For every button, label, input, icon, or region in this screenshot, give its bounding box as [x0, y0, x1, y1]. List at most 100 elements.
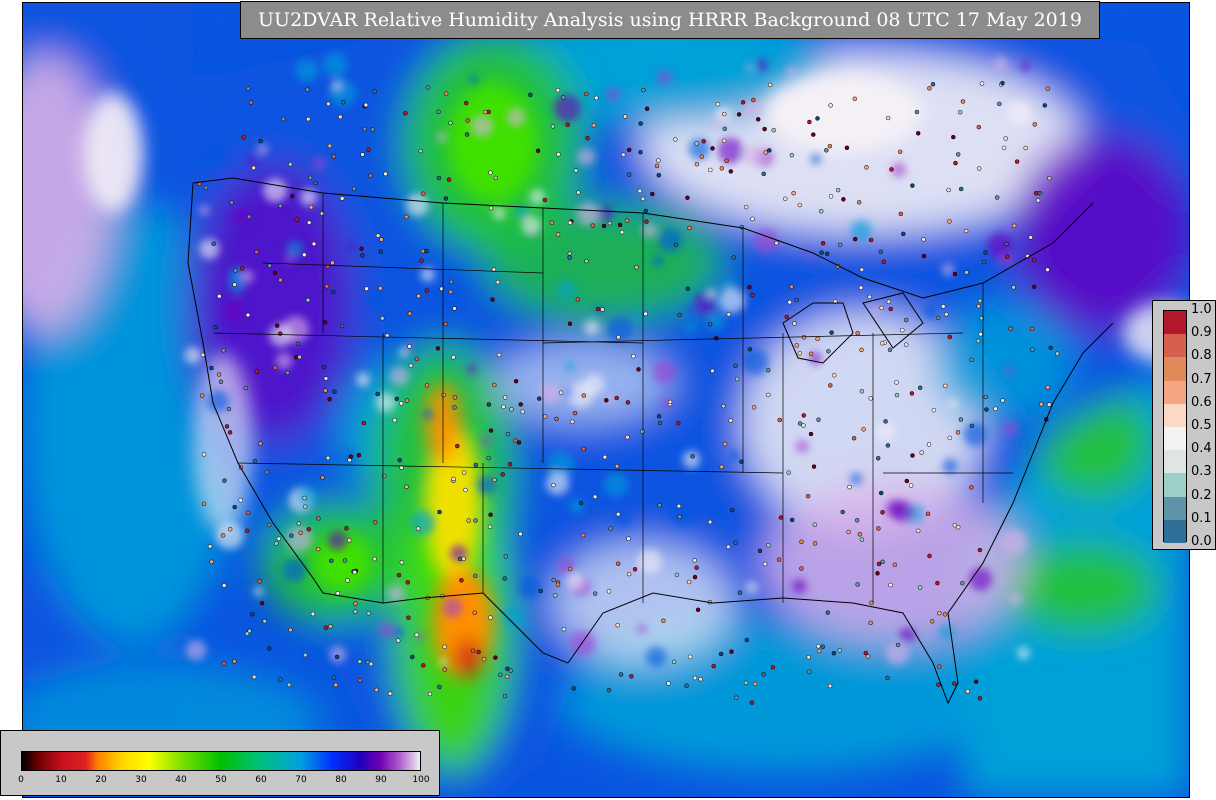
station-dot	[363, 102, 369, 108]
station-dot	[617, 222, 623, 228]
humidity-speckle	[717, 137, 744, 164]
station-dot	[245, 86, 251, 91]
station-dot	[687, 654, 693, 660]
station-dot	[289, 194, 295, 199]
station-dot	[1031, 284, 1037, 290]
station-dot	[573, 168, 579, 173]
station-legend-tick: 0.8	[1191, 348, 1212, 364]
humidity-speckle	[202, 144, 225, 167]
station-dot	[364, 286, 369, 291]
station-dot	[784, 314, 789, 320]
station-dot	[486, 455, 491, 461]
humidity-speckle	[564, 362, 575, 372]
station-dot	[451, 476, 456, 482]
station-dot	[457, 556, 463, 562]
humidity-speckle	[471, 115, 493, 137]
station-dot	[640, 429, 645, 434]
station-dot	[379, 237, 384, 242]
station-dot	[736, 112, 742, 117]
station-dot	[565, 122, 570, 127]
station-dot	[274, 541, 279, 546]
station-dot	[685, 286, 691, 291]
station-dot	[757, 548, 763, 554]
humidity-speckle	[1016, 646, 1031, 660]
station-dot	[747, 284, 752, 290]
rh-colorbar-tick: 50	[215, 775, 227, 785]
station-dot	[443, 321, 449, 327]
station-dot	[419, 258, 424, 263]
humidity-speckle	[286, 241, 304, 258]
station-dot	[297, 354, 302, 360]
station-dot	[245, 312, 251, 318]
station-dot	[495, 279, 501, 285]
station-dot	[737, 590, 743, 595]
station-dot	[201, 452, 207, 457]
station-dot	[280, 116, 286, 122]
station-dot	[828, 103, 833, 108]
station-dot	[307, 175, 313, 181]
station-dot	[580, 532, 586, 538]
station-dot	[326, 101, 331, 107]
station-dot	[876, 526, 881, 531]
station-dot	[334, 654, 340, 660]
station-dot	[808, 351, 814, 357]
station-dot	[451, 355, 456, 360]
station-legend-tick: 0.1	[1191, 510, 1212, 526]
station-dot	[930, 81, 936, 87]
station-dot	[880, 559, 885, 565]
humidity-speckle	[706, 288, 717, 299]
station-dot	[864, 165, 869, 170]
station-dot	[927, 86, 932, 91]
station-dot	[711, 663, 716, 669]
station-dot	[567, 566, 573, 572]
station-dot	[917, 385, 923, 391]
humidity-speckle	[322, 52, 348, 78]
station-dot	[466, 518, 471, 523]
station-dot	[325, 455, 331, 461]
station-dot	[339, 323, 345, 329]
station-dot	[777, 417, 782, 423]
station-dot	[957, 109, 963, 115]
station-dot	[614, 463, 620, 469]
station-dot	[776, 557, 782, 562]
station-dot	[306, 220, 312, 225]
station-dot	[1011, 223, 1017, 229]
station-dot	[606, 687, 612, 693]
station-dot	[789, 152, 795, 158]
station-dot	[473, 462, 479, 468]
humidity-speckle	[406, 193, 429, 217]
station-dot	[977, 298, 983, 304]
station-dot	[856, 200, 862, 205]
station-dot	[328, 624, 333, 629]
station-dot	[909, 391, 915, 396]
station-dot	[1042, 103, 1048, 108]
station-dot	[1031, 257, 1037, 263]
station-dot	[303, 504, 308, 509]
station-dot	[710, 146, 715, 151]
station-dot	[692, 558, 697, 563]
station-dot	[488, 428, 494, 433]
station-dot	[585, 135, 590, 141]
station-dot	[278, 277, 283, 283]
station-dot	[352, 569, 357, 575]
station-dot	[729, 649, 734, 654]
station-dot	[340, 99, 346, 105]
station-dot	[567, 255, 572, 260]
rh-colorbar-tick: 80	[335, 775, 347, 785]
humidity-speckle	[791, 578, 807, 594]
station-dot	[960, 99, 966, 104]
station-dot	[858, 285, 864, 290]
station-dot	[917, 585, 923, 590]
station-legend-swatch	[1164, 473, 1186, 497]
station-dot	[513, 378, 519, 384]
station-dot	[441, 392, 446, 398]
station-dot	[686, 579, 692, 585]
station-dot	[278, 203, 283, 209]
rh-colorbar: 0 10 20 30 40 50 60 70 80 90 100	[0, 730, 440, 796]
station-dot	[984, 407, 989, 412]
station-dot	[209, 559, 214, 565]
station-dot	[302, 495, 307, 501]
station-dot	[542, 414, 548, 419]
station-dot	[718, 651, 724, 657]
station-dot	[766, 392, 771, 398]
